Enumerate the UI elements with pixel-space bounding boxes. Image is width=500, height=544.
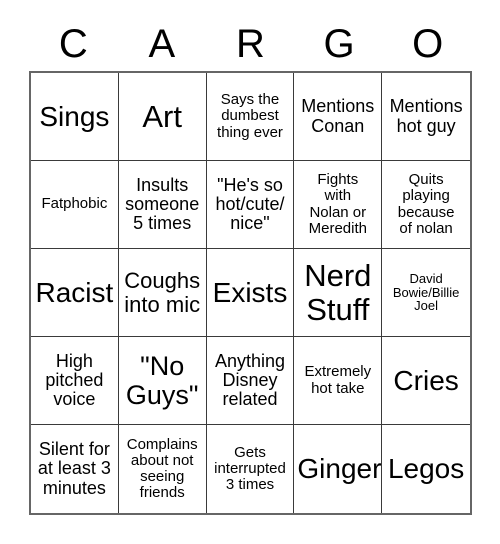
- bingo-cell-r1-c0[interactable]: Fatphobic: [31, 161, 119, 249]
- bingo-cell-label: Silent for at least 3 minutes: [37, 439, 111, 498]
- bingo-cell-label: Anything Disney related: [214, 350, 286, 410]
- bingo-cell-r3-c2[interactable]: Anything Disney related: [206, 337, 295, 425]
- bingo-cell-label: Says the dumbest thing ever: [217, 91, 283, 141]
- bingo-cell-label: Fights with Nolan or Meredith: [308, 171, 367, 237]
- bingo-cell-r4-c3[interactable]: Ginger: [294, 425, 383, 513]
- bingo-cell-r0-c1[interactable]: Art: [118, 73, 207, 161]
- bingo-cell-label: Extremely hot take: [304, 363, 372, 397]
- bingo-cell-r3-c1[interactable]: "No Guys": [118, 337, 207, 425]
- bingo-cell-r1-c3[interactable]: Fights with Nolan or Meredith: [294, 161, 383, 249]
- bingo-grid: Sings Art Says the dumbest thing ever Menti…: [29, 71, 472, 515]
- bingo-header-letter-1: A: [148, 22, 176, 66]
- bingo-card: C A R G O Sings Art Says the dumbest thing eve…: [0, 0, 500, 544]
- bingo-cell-r2-c4[interactable]: David Bowie/Billie Joel: [382, 249, 470, 337]
- bingo-cell-r0-c4[interactable]: Mentions hot guy: [382, 73, 470, 161]
- bingo-cell-r0-c3[interactable]: Mentions Conan: [294, 73, 383, 161]
- bingo-cell-r3-c3[interactable]: Extremely hot take: [294, 337, 383, 425]
- bingo-cell-r2-c0[interactable]: Racist: [31, 249, 119, 337]
- bingo-cell-r1-c4[interactable]: Quits playing because of nolan: [382, 161, 470, 249]
- bingo-cell-label: Gets interrupted 3 times: [214, 443, 286, 494]
- bingo-cell-r2-c1[interactable]: Coughs into mic: [118, 249, 207, 337]
- bingo-header-letter-4: O: [412, 22, 444, 66]
- bingo-cell-label: Ginger: [297, 453, 382, 485]
- bingo-cell-label: High pitched voice: [45, 350, 104, 410]
- bingo-cell-label: Mentions Conan: [301, 96, 375, 136]
- bingo-cell-label: Nerd Stuff: [304, 258, 372, 327]
- bingo-header-letter-2: R: [236, 22, 265, 66]
- bingo-cell-r2-c3[interactable]: Nerd Stuff: [294, 249, 383, 337]
- bingo-cell-r1-c1[interactable]: Insults someone 5 times: [118, 161, 207, 249]
- bingo-cell-label: Cries: [393, 364, 459, 396]
- bingo-cell-r3-c4[interactable]: Cries: [382, 337, 470, 425]
- bingo-cell-r3-c0[interactable]: High pitched voice: [31, 337, 119, 425]
- bingo-cell-label: Sings: [39, 100, 110, 132]
- bingo-cell-r0-c2[interactable]: Says the dumbest thing ever: [206, 73, 295, 161]
- bingo-header-letter-3: G: [323, 22, 355, 66]
- bingo-cell-r4-c0[interactable]: Silent for at least 3 minutes: [31, 425, 119, 513]
- bingo-cell-r4-c1[interactable]: Complains about not seeing friends: [118, 425, 207, 513]
- bingo-cell-label: Quits playing because of nolan: [397, 171, 455, 237]
- bingo-cell-label: "No Guys": [125, 350, 199, 410]
- bingo-cell-r0-c0[interactable]: Sings: [31, 73, 119, 161]
- bingo-header-row: CARGO: [29, 18, 472, 70]
- bingo-cell-label: Coughs into mic: [124, 267, 201, 317]
- bingo-cell-label: Art: [142, 98, 182, 134]
- bingo-header-letter-0: C: [58, 22, 88, 66]
- bingo-cell-label: Insults someone 5 times: [125, 174, 200, 234]
- bingo-cell-r4-c4[interactable]: Legos: [382, 425, 470, 513]
- bingo-cell-r2-c2[interactable]: Exists: [206, 249, 295, 337]
- bingo-cell-label: Legos: [387, 453, 465, 485]
- bingo-cell-r1-c2[interactable]: "He's so hot/cute/ nice": [206, 161, 295, 249]
- bingo-cell-r4-c2[interactable]: Gets interrupted 3 times: [206, 425, 295, 513]
- bingo-cell-label: Exists: [212, 276, 288, 308]
- bingo-cell-label: Fatphobic: [41, 195, 108, 213]
- bingo-cell-label: Complains about not seeing friends: [126, 435, 198, 502]
- bingo-cell-label: "He's so hot/cute/ nice": [215, 174, 285, 234]
- bingo-cell-label: David Bowie/Billie Joel: [392, 270, 460, 314]
- bingo-cell-label: Mentions hot guy: [389, 96, 463, 136]
- bingo-cell-label: Racist: [35, 276, 114, 308]
